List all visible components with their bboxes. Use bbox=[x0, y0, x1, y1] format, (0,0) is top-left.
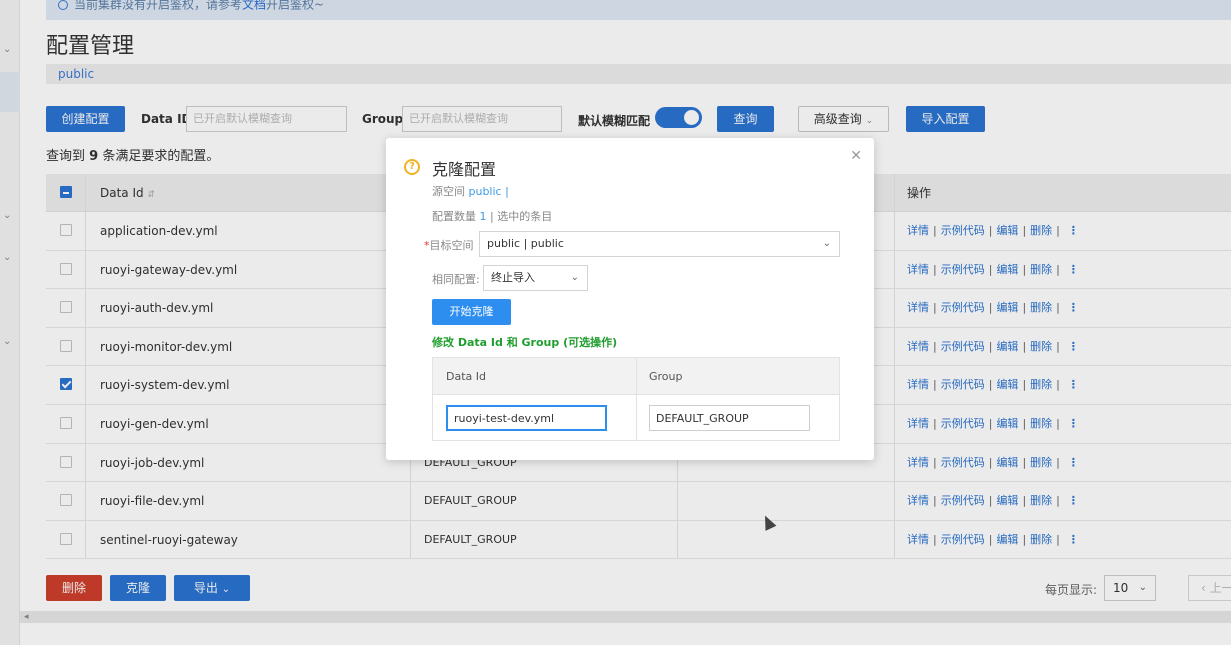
clone-group-input[interactable] bbox=[649, 405, 810, 431]
config-management-page: ⌄ ⌄ ⌄ ⌄ 当前集群没有开启鉴权，请参考文档开启鉴权~ 配置管理 publi… bbox=[0, 0, 1231, 645]
clone-edit-table: Data Id Group bbox=[432, 357, 840, 441]
count-label: 配置数量 bbox=[432, 210, 476, 223]
clone-dataid-input[interactable] bbox=[446, 405, 607, 431]
clone-col-group: Group bbox=[649, 370, 683, 383]
dialog-title: 克隆配置 bbox=[432, 160, 497, 179]
clone-config-dialog: ✕ ? 克隆配置 源空间 public | 配置数量 1 | 选中的条目 *目标… bbox=[386, 138, 874, 460]
config-count-line: 配置数量 1 | 选中的条目 bbox=[432, 208, 552, 224]
same-config-value: 终止导入 bbox=[491, 271, 535, 284]
same-config-select[interactable]: 终止导入 ⌄ bbox=[483, 265, 588, 291]
source-namespace-line: 源空间 public | bbox=[432, 183, 509, 199]
question-icon: ? bbox=[404, 159, 420, 175]
source-value: public | bbox=[468, 185, 509, 198]
source-label: 源空间 bbox=[432, 185, 465, 198]
chevron-down-icon: ⌄ bbox=[570, 272, 579, 283]
close-icon[interactable]: ✕ bbox=[850, 148, 862, 164]
target-value: public | public bbox=[487, 237, 564, 250]
start-clone-button[interactable]: 开始克隆 bbox=[432, 299, 511, 325]
target-namespace-select[interactable]: public | public ⌄ bbox=[479, 231, 840, 257]
chevron-down-icon: ⌄ bbox=[822, 238, 831, 249]
same-config-label: 相同配置: bbox=[432, 273, 480, 286]
count-suffix: | 选中的条目 bbox=[490, 210, 553, 223]
count-value: 1 bbox=[479, 210, 487, 223]
target-label-text: 目标空间 bbox=[429, 239, 474, 252]
target-namespace-label: *目标空间 bbox=[424, 239, 474, 252]
clone-col-dataid: Data Id bbox=[446, 370, 486, 383]
modify-note: 修改 Data Id 和 Group (可选操作) bbox=[432, 336, 618, 349]
